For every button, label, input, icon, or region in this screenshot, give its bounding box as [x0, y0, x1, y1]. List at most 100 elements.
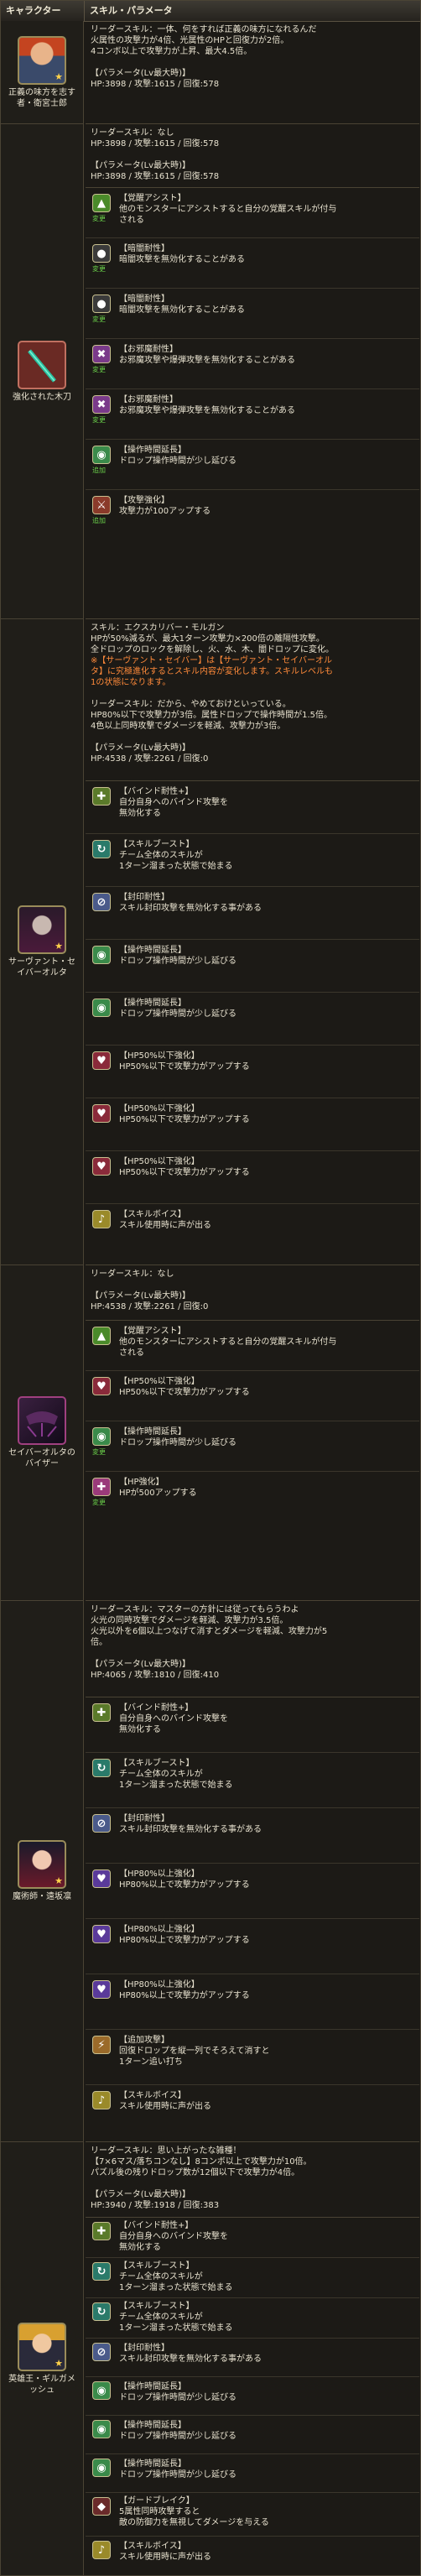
- active-skill-line: スキル：エクスカリバー・モルガン: [91, 623, 225, 633]
- awakening-row: ◉ 変更 【操作時間延長】 ドロップ操作時間が少し延びる: [86, 1421, 419, 1472]
- param-heading: 【パラメータ(Lv最大時)】: [91, 69, 190, 78]
- awakening-row: ✖ 変更 【お邪魔耐性】 お邪魔攻撃や爆弾攻撃を無効化することがある: [86, 339, 419, 389]
- text-line: 火光以外を6個以上つなげて消すとダメージを軽減、攻撃力が5: [91, 1627, 328, 1636]
- character-cell: セイバーオルタのバイザー: [1, 1265, 84, 1601]
- awakening-row: ◉ 【操作時間延長】 ドロップ操作時間が少し延びる: [86, 993, 419, 1046]
- awakening-row: ⊘ 【封印耐性】 スキル封印攻撃を無効化する事がある: [86, 887, 419, 940]
- awakening-row: ⚔ 追加 【攻撃強化】 攻撃力が100アップする: [86, 490, 419, 619]
- text-line: 全ドロップのロックを解除し、火、水、木、闇ドロップに変化。: [91, 645, 334, 654]
- awakening-title: 【攻撃強化】: [119, 496, 169, 505]
- awakening-title: 【バインド耐性+】: [119, 1703, 194, 1713]
- awakening-desc: HPが500アップする: [119, 1489, 197, 1498]
- note-line: 1の状態になります。: [91, 678, 171, 687]
- bind-resist-plus-icon: ✚: [92, 1703, 111, 1722]
- awakening-title: 【HP50%以下強化】: [119, 1051, 200, 1061]
- skill-bind-resist-icon: ⊘: [92, 1814, 111, 1833]
- character-portrait-dark-icon[interactable]: ★: [18, 905, 66, 954]
- skill-text-block: リーダースキル：マスターの方針には従ってもらうわよ 火光の同時攻撃でダメージを軽…: [86, 1601, 419, 1697]
- text-line: [91, 1280, 414, 1291]
- awakening-desc: される: [119, 1348, 144, 1358]
- awakening-title: 【操作時間延長】: [119, 999, 186, 1008]
- awakening-title: 【スキルブースト】: [119, 1759, 195, 1768]
- awakening-title: 【操作時間延長】: [119, 946, 186, 955]
- guard-break-icon: ◆: [92, 2497, 111, 2516]
- awakening-title: 【追加攻撃】: [119, 2036, 169, 2045]
- time-extend-icon: ◉: [92, 446, 111, 464]
- awakening-title: 【スキルブースト】: [119, 2261, 195, 2271]
- awakening-desc: ドロップ操作時間が少し延びる: [119, 957, 236, 966]
- param-heading: 【パラメータ(Lv最大時)】: [91, 161, 190, 170]
- awakening-row: ◉ 【操作時間延長】 ドロップ操作時間が少し延びる: [86, 2454, 419, 2493]
- character-portrait-red-hair-icon[interactable]: ★: [18, 35, 66, 85]
- character-name: 英雄王・ギルガメッシュ: [8, 2374, 75, 2395]
- awakening-row: ♥ 【HP50%以下強化】 HP50%以下で攻撃力がアップする: [86, 1046, 419, 1098]
- awakening-desc: スキル封印攻撃を無効化する事がある: [119, 2354, 262, 2364]
- awakening-title: 【封印耐性】: [119, 2344, 169, 2353]
- awakening-desc: HP80%以上で攻撃力がアップする: [119, 1991, 250, 2000]
- awakening-desc: 1ターン溜まった状態で始まる: [119, 2283, 233, 2292]
- skill-voice-icon: ♪: [92, 2541, 111, 2559]
- awakening-desc: HP50%以下で攻撃力がアップする: [119, 1115, 250, 1124]
- bind-resist-plus-icon: ✚: [92, 787, 111, 806]
- awakening-desc: ドロップ操作時間が少し延びる: [119, 2470, 236, 2480]
- blind-resist-icon: ●: [92, 295, 111, 313]
- col-character-header: キャラクター: [1, 1, 85, 21]
- awakening-desc: チーム全体のスキルが: [119, 851, 203, 860]
- awakening-desc: ドロップ操作時間が少し延びる: [119, 1438, 236, 1447]
- skill-boost-icon: ↻: [92, 2302, 111, 2321]
- awakening-row: ♥ 【HP80%以上強化】 HP80%以上で攻撃力がアップする: [86, 1919, 419, 1974]
- high-hp-boost-icon: ♥: [92, 1980, 111, 1999]
- awakening-title: 【HP80%以上強化】: [119, 1869, 200, 1879]
- awakening-desc: 他のモンスターにアシストすると自分の覚醒スキルが付与: [119, 1338, 337, 1347]
- awakening-desc: 無効化する: [119, 809, 161, 818]
- awakening-desc: HP50%以下で攻撃力がアップする: [119, 1168, 250, 1177]
- param-values: HP:3940 / 攻撃:1918 / 回復:383: [91, 2201, 220, 2210]
- text-line: HPが50%減るが、最大1ターン攻撃力×200倍の離隔性攻撃。: [91, 634, 325, 644]
- awakening-title: 【お邪魔耐性】: [119, 395, 178, 404]
- text-line: 倍。: [91, 1638, 107, 1647]
- awakening-title: 【操作時間延長】: [119, 1427, 186, 1437]
- awakening-title: 【操作時間延長】: [119, 2459, 186, 2469]
- skill-text-block: リーダースキル：なし 【パラメータ(Lv最大時)】 HP:4538 / 攻撃:2…: [86, 1265, 419, 1321]
- param-values: HP:4538 / 攻撃:2261 / 回復:0: [91, 754, 209, 764]
- awakening-desc: 攻撃力が100アップする: [119, 507, 211, 516]
- text-line: 【7×6マス/落ちコンなし】8コンボ以上で攻撃力が10倍。: [91, 2157, 312, 2167]
- character-cell: ★ 英雄王・ギルガメッシュ: [1, 2142, 84, 2576]
- change-tag: 変更: [92, 265, 106, 273]
- awakening-title: 【お邪魔耐性】: [119, 345, 178, 354]
- awakening-desc: HP80%以上で攻撃力がアップする: [119, 1880, 250, 1890]
- high-hp-boost-icon: ♥: [92, 1869, 111, 1888]
- change-tag: 変更: [92, 366, 106, 373]
- time-extend-icon: ◉: [92, 1427, 111, 1446]
- awakening-row: ✚ 【バインド耐性+】 自分自身へのバインド攻撃を 無効化する: [86, 1697, 419, 1753]
- awakening-title: 【HP50%以下強化】: [119, 1377, 200, 1386]
- awakening-desc: HP50%以下で攻撃力がアップする: [119, 1388, 250, 1397]
- add-tag: 追加: [92, 467, 106, 474]
- param-values: HP:4065 / 攻撃:1810 / 回復:410: [91, 1671, 220, 1680]
- awakening-row: ♥ 【HP80%以上強化】 HP80%以上で攻撃力がアップする: [86, 1864, 419, 1919]
- character-portrait-gold-icon[interactable]: ★: [18, 2322, 66, 2371]
- visor-icon[interactable]: [18, 1396, 66, 1445]
- awakening-row: ● 変更 【暗闇耐性】 暗闇攻撃を無効化することがある: [86, 289, 419, 339]
- time-extend-icon: ◉: [92, 946, 111, 964]
- character-portrait-twin-tails-icon[interactable]: ★: [18, 1840, 66, 1889]
- awakening-title: 【スキルブースト】: [119, 2302, 195, 2311]
- wooden-sword-icon[interactable]: [18, 340, 66, 389]
- awoken-assist-icon: ▲: [92, 194, 111, 212]
- param-values: HP:3898 / 攻撃:1615 / 回復:578: [91, 139, 220, 149]
- awakening-row: ♪ 【スキルボイス】 スキル使用時に声が出る: [86, 1204, 419, 1265]
- time-extend-icon: ◉: [92, 999, 111, 1017]
- character-cell: ★ 正義の味方を志す者・衛宮士郎: [1, 21, 84, 124]
- awakening-title: 【スキルボイス】: [119, 1210, 186, 1219]
- awakening-desc: HP50%以下で攻撃力がアップする: [119, 1062, 250, 1072]
- awakening-title: 【スキルボイス】: [119, 2542, 186, 2551]
- param-heading: 【パラメータ(Lv最大時)】: [91, 1660, 190, 1669]
- awakening-row: ▲ 変更 【覚醒アシスト】 他のモンスターにアシストすると自分の覚醒スキルが付与 され…: [86, 188, 419, 238]
- text-line: [91, 149, 414, 160]
- awakening-title: 【バインド耐性+】: [119, 2221, 194, 2230]
- change-tag: 変更: [92, 1448, 106, 1456]
- bind-resist-plus-icon: ✚: [92, 2222, 111, 2240]
- awakening-desc: お邪魔攻撃や爆弾攻撃を無効化することがある: [119, 356, 295, 365]
- leader-skill-line: リーダースキル：マスターの方針には従ってもらうわよ: [91, 1605, 299, 1614]
- character-cell: ★ サーヴァント・セイバーオルタ: [1, 619, 84, 1265]
